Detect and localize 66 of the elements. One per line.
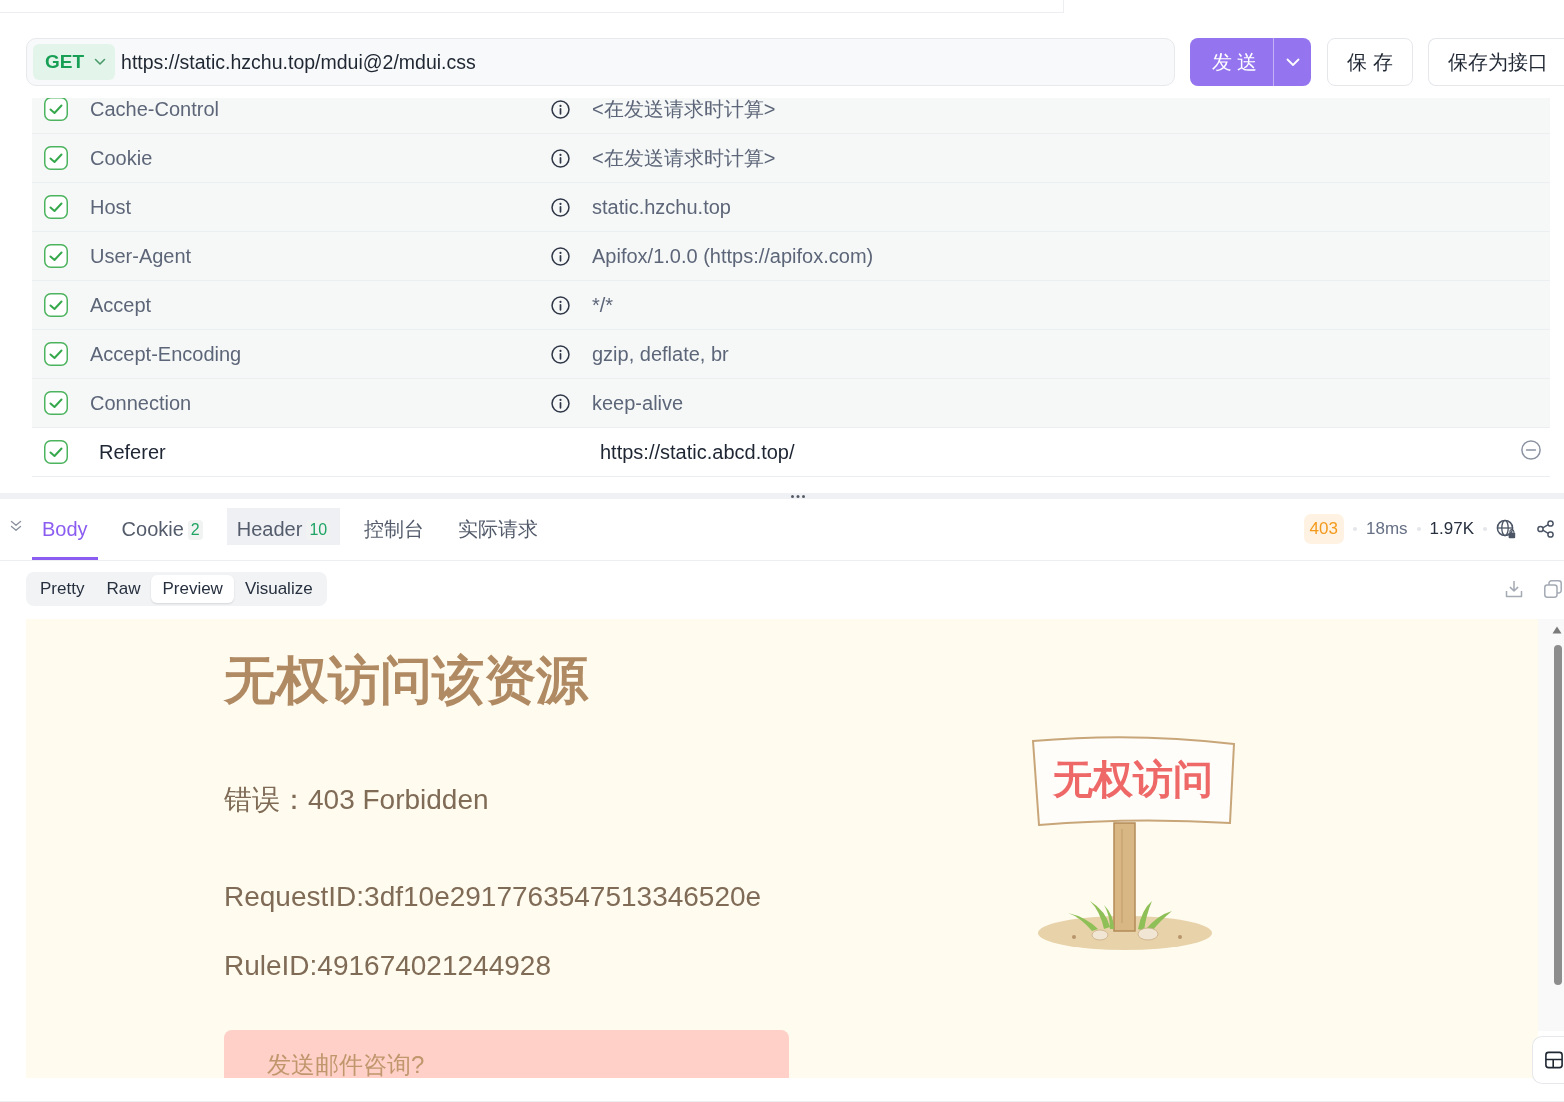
page-heading: 无权访问该资源	[224, 650, 588, 711]
checkbox[interactable]	[44, 98, 68, 121]
scrollbar-thumb[interactable]	[1554, 645, 1562, 985]
header-key: Cookie	[90, 146, 153, 170]
response-tab[interactable]: 控制台	[354, 499, 435, 560]
info-icon[interactable]	[551, 344, 570, 364]
header-value: static.hzchu.top	[592, 195, 731, 219]
header-key: Cache-Control	[90, 98, 219, 121]
info-icon[interactable]	[551, 148, 570, 168]
download-icon[interactable]	[1505, 580, 1523, 598]
send-options-button[interactable]	[1273, 38, 1311, 86]
send-button[interactable]: 发 送	[1190, 38, 1273, 86]
double-chevron-icon[interactable]	[10, 519, 22, 532]
header-key: User-Agent	[90, 244, 192, 268]
header-value: keep-alive	[592, 391, 684, 415]
response-size: 1.97K	[1429, 518, 1474, 539]
view-mode-tab[interactable]: Visualize	[233, 575, 324, 603]
view-mode-tab[interactable]: Raw	[95, 575, 152, 603]
copy-icon[interactable]	[1544, 580, 1562, 598]
header-value-input[interactable]: https://static.abcd.top/	[600, 440, 795, 464]
scroll-up-arrow-icon[interactable]	[1552, 626, 1562, 634]
share-icon[interactable]	[1537, 519, 1554, 538]
header-key-input[interactable]: Referer	[99, 440, 166, 464]
checkbox[interactable]	[44, 244, 68, 268]
layout-toggle-button[interactable]	[1532, 1036, 1564, 1084]
chevron-down-icon	[94, 58, 107, 66]
header-key: Accept-Encoding	[90, 342, 242, 366]
minus-circle-icon[interactable]	[1521, 439, 1541, 460]
info-icon[interactable]	[551, 295, 570, 315]
header-key: Accept	[90, 293, 152, 317]
save-button[interactable]: 保 存	[1327, 38, 1413, 86]
header-value: */*	[592, 293, 614, 317]
layout-icon	[1545, 1051, 1563, 1069]
globe-lock-icon[interactable]	[1496, 518, 1516, 539]
header-value: <在发送请求时计算>	[592, 98, 776, 122]
response-tab[interactable]: Body	[32, 499, 98, 560]
request-id: RequestID:3df10e2917763547513346520e	[224, 880, 762, 914]
response-tab[interactable]: Cookie 2	[111, 499, 213, 560]
header-value: Apifox/1.0.0 (https://apifox.com)	[592, 244, 874, 268]
checkbox[interactable]	[44, 146, 68, 170]
view-mode-tab[interactable]: Pretty	[29, 575, 96, 603]
checkbox[interactable]	[44, 391, 68, 415]
response-tab[interactable]: 实际请求	[448, 499, 549, 560]
count-badge: 2	[187, 519, 203, 540]
info-icon[interactable]	[551, 246, 570, 266]
checkbox[interactable]	[44, 440, 68, 464]
info-icon[interactable]	[551, 99, 570, 119]
header-value: <在发送请求时计算>	[592, 145, 776, 171]
checkbox[interactable]	[44, 293, 68, 317]
info-icon[interactable]	[551, 197, 570, 217]
header-key: Connection	[90, 391, 192, 415]
save-as-endpoint-button[interactable]: 保存为接口	[1428, 38, 1564, 86]
checkbox[interactable]	[44, 342, 68, 366]
chevron-down-icon	[1285, 57, 1300, 67]
error-message: 错误：403 Forbidden	[224, 783, 489, 817]
info-icon[interactable]	[551, 393, 570, 413]
rule-id: RuleID:491674021244928	[224, 949, 551, 983]
sign-text: 无权访问	[1053, 757, 1213, 801]
response-time: 18ms	[1366, 518, 1408, 539]
view-mode-tab[interactable]: Preview	[151, 575, 234, 603]
status-code-badge: 403	[1303, 513, 1344, 544]
checkbox[interactable]	[44, 195, 68, 219]
header-key: Host	[90, 195, 132, 219]
url-input[interactable]: https://static.hzchu.top/mdui@2/mdui.css	[121, 50, 476, 74]
drag-handle-icon[interactable]	[791, 494, 805, 498]
header-value: gzip, deflate, br	[592, 342, 729, 366]
